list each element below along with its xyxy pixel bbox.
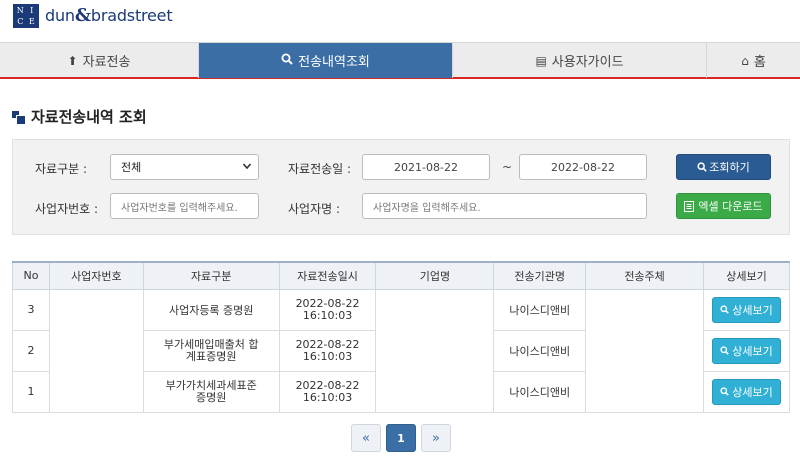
cell-date: 2022-08-22 16:10:03 — [278, 329, 377, 372]
nav-item-guide[interactable]: ▤ 사용자가이드 — [453, 43, 707, 78]
type-select[interactable]: 전체 — [110, 154, 259, 180]
cell-agency: 나이스디앤비 — [493, 370, 587, 413]
cell-bizno — [48, 288, 144, 413]
cell-agency: 나이스디앤비 — [493, 329, 587, 372]
table-header-row: No 사업자번호 자료구분 자료전송일시 기업명 전송기관명 전송주체 상세보기 — [12, 261, 791, 290]
excel-download-label: 엑셀 다운로드 — [698, 200, 763, 213]
nice-logo: N I C E — [13, 4, 39, 28]
cell-date-time: 16:10:03 — [302, 349, 353, 363]
brand-part: dun — [45, 6, 75, 25]
cell-date-time: 16:10:03 — [302, 308, 353, 322]
brand-name: dun&bradstreet — [45, 5, 173, 26]
column-header-type: 자료구분 — [142, 261, 280, 290]
detail-button[interactable]: 상세보기 — [711, 296, 781, 323]
nav-item-label: 자료전송 — [82, 55, 131, 70]
nav-item-label: 사용자가이드 — [551, 55, 624, 70]
excel-download-button[interactable]: 엑셀 다운로드 — [676, 193, 771, 219]
cell-detail: 상세보기 — [702, 288, 791, 331]
search-icon — [720, 305, 730, 314]
detail-button[interactable]: 상세보기 — [711, 378, 781, 405]
cell-no: 1 — [12, 370, 50, 413]
bizno-input[interactable]: 사업자번호를 입력해주세요. — [110, 193, 259, 219]
date-label: 자료전송일 : — [288, 162, 352, 176]
nav-item-label: 홈 — [753, 55, 766, 70]
search-button[interactable]: 조회하기 — [676, 154, 771, 180]
type-select-value: 전체 — [121, 161, 142, 174]
excel-icon — [684, 200, 695, 212]
cell-type: 사업자등록 증명원 — [142, 288, 280, 331]
table-row: 3 사업자등록 증명원 2022-08-22 16:10:03 나이스디앤비 상… — [12, 288, 791, 413]
nav-item-label: 전송내역조회 — [298, 55, 370, 70]
date-to-input[interactable]: 2022-08-22 — [519, 154, 647, 180]
brand-amp: & — [74, 5, 91, 26]
cell-date-day: 2022-08-22 — [295, 296, 360, 310]
nav-item-home[interactable]: ⌂ 홈 — [707, 43, 800, 78]
bizname-input[interactable]: 사업자명을 입력해주세요. — [362, 193, 647, 219]
column-header-date: 자료전송일시 — [278, 261, 377, 290]
prev-page-button[interactable]: « — [351, 424, 381, 452]
logo-letter: C — [17, 17, 24, 26]
search-icon — [281, 53, 293, 68]
column-header-sender: 전송주체 — [585, 261, 704, 290]
column-header-no: No — [12, 261, 50, 290]
search-panel: 자료구분 : 전체 자료전송일 : 2021-08-22 ~ 2022-08-2… — [12, 139, 790, 235]
column-header-company: 기업명 — [375, 261, 495, 290]
column-header-bizno: 사업자번호 — [48, 261, 144, 290]
bizname-label: 사업자명 : — [288, 202, 341, 216]
detail-button-label: 상세보기 — [732, 344, 773, 358]
type-label: 자료구분 : — [35, 162, 88, 176]
column-header-agency: 전송기관명 — [493, 261, 587, 290]
search-button-label: 조회하기 — [709, 161, 750, 174]
page-title: 자료전송내역 조회 — [12, 106, 147, 127]
search-icon — [720, 346, 730, 355]
cell-type-line: 증명원 — [196, 390, 227, 404]
next-page-button[interactable]: » — [421, 424, 451, 452]
nav-item-upload[interactable]: ⬆ 자료전송 — [0, 43, 199, 78]
cell-detail: 상세보기 — [702, 329, 791, 372]
detail-button-label: 상세보기 — [732, 385, 773, 399]
bizno-label: 사업자번호 : — [35, 202, 99, 216]
header: N I C E dun&bradstreet — [0, 0, 800, 42]
cell-type-line: 부가세매입매출처 합 — [163, 337, 259, 351]
date-range-separator: ~ — [502, 160, 513, 174]
cell-detail: 상세보기 — [702, 370, 791, 413]
chevron-down-icon — [242, 161, 252, 174]
page-number-current[interactable]: 1 — [386, 424, 416, 452]
cell-type: 부가세매입매출처 합 계표증명원 — [142, 329, 280, 372]
cell-type-line: 계표증명원 — [185, 349, 237, 363]
logo-letter: E — [28, 17, 35, 26]
cell-date: 2022-08-22 16:10:03 — [278, 288, 377, 331]
nav-item-history[interactable]: 전송내역조회 — [199, 43, 453, 78]
cell-date-time: 16:10:03 — [302, 390, 353, 404]
detail-button[interactable]: 상세보기 — [711, 337, 781, 364]
history-table: No 사업자번호 자료구분 자료전송일시 기업명 전송기관명 전송주체 상세보기… — [12, 261, 791, 413]
book-icon: ▤ — [535, 53, 547, 68]
column-header-detail: 상세보기 — [702, 261, 791, 290]
cell-date-day: 2022-08-22 — [295, 378, 360, 392]
logo-letter: N — [16, 6, 24, 15]
search-icon — [697, 162, 708, 172]
search-icon — [720, 387, 730, 396]
cell-agency: 나이스디앤비 — [493, 288, 587, 331]
title-bullet-icon — [12, 110, 26, 125]
logo-letter: I — [30, 6, 34, 15]
cell-date: 2022-08-22 16:10:03 — [278, 370, 377, 413]
cell-no: 3 — [12, 288, 50, 331]
cell-date-day: 2022-08-22 — [295, 337, 360, 351]
cell-sender — [585, 288, 704, 413]
date-from-input[interactable]: 2021-08-22 — [362, 154, 490, 180]
cell-type: 부가가치세과세표준 증명원 — [142, 370, 280, 413]
cell-type-line: 부가가치세과세표준 — [165, 378, 257, 392]
upload-icon: ⬆ — [67, 53, 78, 68]
brand-part: bradstreet — [90, 6, 173, 25]
cell-no: 2 — [12, 329, 50, 372]
cell-company — [375, 288, 495, 413]
pagination: « 1 » — [351, 424, 456, 452]
page-title-text: 자료전송내역 조회 — [31, 108, 147, 126]
home-icon: ⌂ — [741, 53, 749, 68]
main-nav: ⬆ 자료전송 전송내역조회 ▤ 사용자가이드 ⌂ 홈 — [0, 42, 800, 79]
detail-button-label: 상세보기 — [732, 303, 773, 317]
